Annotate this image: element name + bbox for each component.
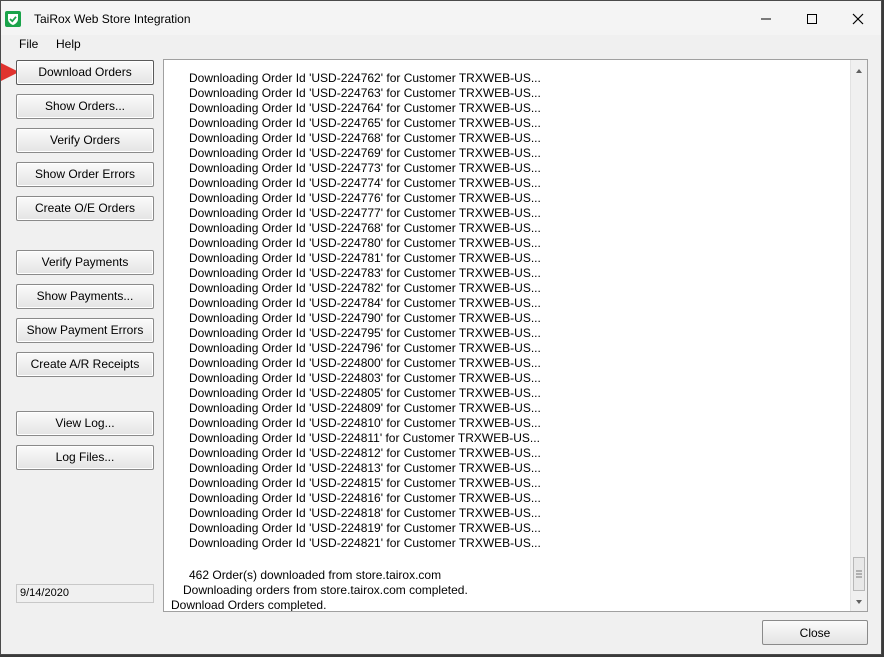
close-window-button[interactable]	[835, 1, 881, 35]
log-line: Downloading Order Id 'USD-224809' for Cu…	[189, 401, 541, 415]
main-window: TaiRox Web Store Integration File Help D…	[0, 0, 882, 655]
maximize-button[interactable]	[789, 1, 835, 35]
log-line: Downloading Order Id 'USD-224783' for Cu…	[189, 266, 541, 280]
download-orders-button[interactable]: Download Orders	[16, 60, 154, 85]
log-line: Downloading Order Id 'USD-224816' for Cu…	[189, 491, 541, 505]
window-title: TaiRox Web Store Integration	[34, 12, 191, 26]
log-line: Downloading Order Id 'USD-224803' for Cu…	[189, 371, 541, 385]
log-line: Downloading Order Id 'USD-224815' for Cu…	[189, 476, 541, 490]
close-button[interactable]: Close	[762, 620, 868, 645]
verify-payments-button[interactable]: Verify Payments	[16, 250, 154, 275]
verify-orders-button[interactable]: Verify Orders	[16, 128, 154, 153]
menu-help[interactable]: Help	[54, 37, 83, 51]
tairox-shield-icon	[5, 11, 21, 27]
grip-icon	[856, 570, 862, 578]
log-line: Downloading Order Id 'USD-224795' for Cu…	[189, 326, 541, 340]
log-summary-done: Download Orders completed.	[171, 598, 327, 612]
log-line: Downloading Order Id 'USD-224768' for Cu…	[189, 221, 541, 235]
log-line: Downloading Order Id 'USD-224813' for Cu…	[189, 461, 541, 475]
maximize-icon	[807, 14, 817, 24]
scroll-up-icon[interactable]	[854, 66, 864, 76]
log-line: Downloading Order Id 'USD-224763' for Cu…	[189, 86, 541, 100]
scroll-down-icon[interactable]	[854, 597, 864, 607]
log-line: Downloading Order Id 'USD-224790' for Cu…	[189, 311, 541, 325]
log-line: Downloading Order Id 'USD-224780' for Cu…	[189, 236, 541, 250]
view-log-button[interactable]: View Log...	[16, 411, 154, 436]
log-line: Downloading Order Id 'USD-224819' for Cu…	[189, 521, 541, 535]
log-line: Downloading Order Id 'USD-224821' for Cu…	[189, 536, 541, 550]
log-line: Downloading Order Id 'USD-224818' for Cu…	[189, 506, 541, 520]
log-line: Downloading Order Id 'USD-224768' for Cu…	[189, 131, 541, 145]
log-line: Downloading Order Id 'USD-224782' for Cu…	[189, 281, 541, 295]
log-line: Downloading Order Id 'USD-224762' for Cu…	[189, 71, 541, 85]
scroll-thumb[interactable]	[853, 557, 865, 591]
log-line: Downloading Order Id 'USD-224800' for Cu…	[189, 356, 541, 370]
menu-file[interactable]: File	[17, 37, 40, 51]
log-line: Downloading Order Id 'USD-224796' for Cu…	[189, 341, 541, 355]
title-bar[interactable]: TaiRox Web Store Integration	[1, 1, 881, 36]
log-scrollbar[interactable]	[850, 60, 867, 611]
log-line: Downloading Order Id 'USD-224811' for Cu…	[189, 431, 540, 445]
log-summary-count: 462 Order(s) downloaded from store.tairo…	[189, 568, 442, 582]
close-icon	[852, 13, 864, 25]
log-summary-completed: Downloading orders from store.tairox.com…	[183, 583, 468, 597]
log-line: Downloading Order Id 'USD-224805' for Cu…	[189, 386, 541, 400]
show-payment-errors-button[interactable]: Show Payment Errors	[16, 318, 154, 343]
log-line: Downloading Order Id 'USD-224765' for Cu…	[189, 116, 541, 130]
log-line: Downloading Order Id 'USD-224812' for Cu…	[189, 446, 541, 460]
log-line: Downloading Order Id 'USD-224769' for Cu…	[189, 146, 541, 160]
log-line: Downloading Order Id 'USD-224810' for Cu…	[189, 416, 541, 430]
menu-bar: File Help	[1, 35, 881, 55]
log-line: Downloading Order Id 'USD-224777' for Cu…	[189, 206, 541, 220]
minimize-button[interactable]	[743, 1, 789, 35]
log-line: Downloading Order Id 'USD-224764' for Cu…	[189, 101, 541, 115]
show-payments-button[interactable]: Show Payments...	[16, 284, 154, 309]
log-line: Downloading Order Id 'USD-224773' for Cu…	[189, 161, 541, 175]
log-line: Downloading Order Id 'USD-224784' for Cu…	[189, 296, 541, 310]
create-oe-orders-button[interactable]: Create O/E Orders	[16, 196, 154, 221]
create-ar-receipts-button[interactable]: Create A/R Receipts	[16, 352, 154, 377]
log-line: Downloading Order Id 'USD-224774' for Cu…	[189, 176, 541, 190]
log-files-button[interactable]: Log Files...	[16, 445, 154, 470]
log-line: Downloading Order Id 'USD-224776' for Cu…	[189, 191, 541, 205]
minimize-icon	[761, 18, 771, 20]
log-output[interactable]: Downloading Order Id 'USD-224762' for Cu…	[163, 59, 868, 612]
status-date: 9/14/2020	[16, 584, 154, 603]
show-orders-button[interactable]: Show Orders...	[16, 94, 154, 119]
show-order-errors-button[interactable]: Show Order Errors	[16, 162, 154, 187]
log-line: Downloading Order Id 'USD-224781' for Cu…	[189, 251, 541, 265]
